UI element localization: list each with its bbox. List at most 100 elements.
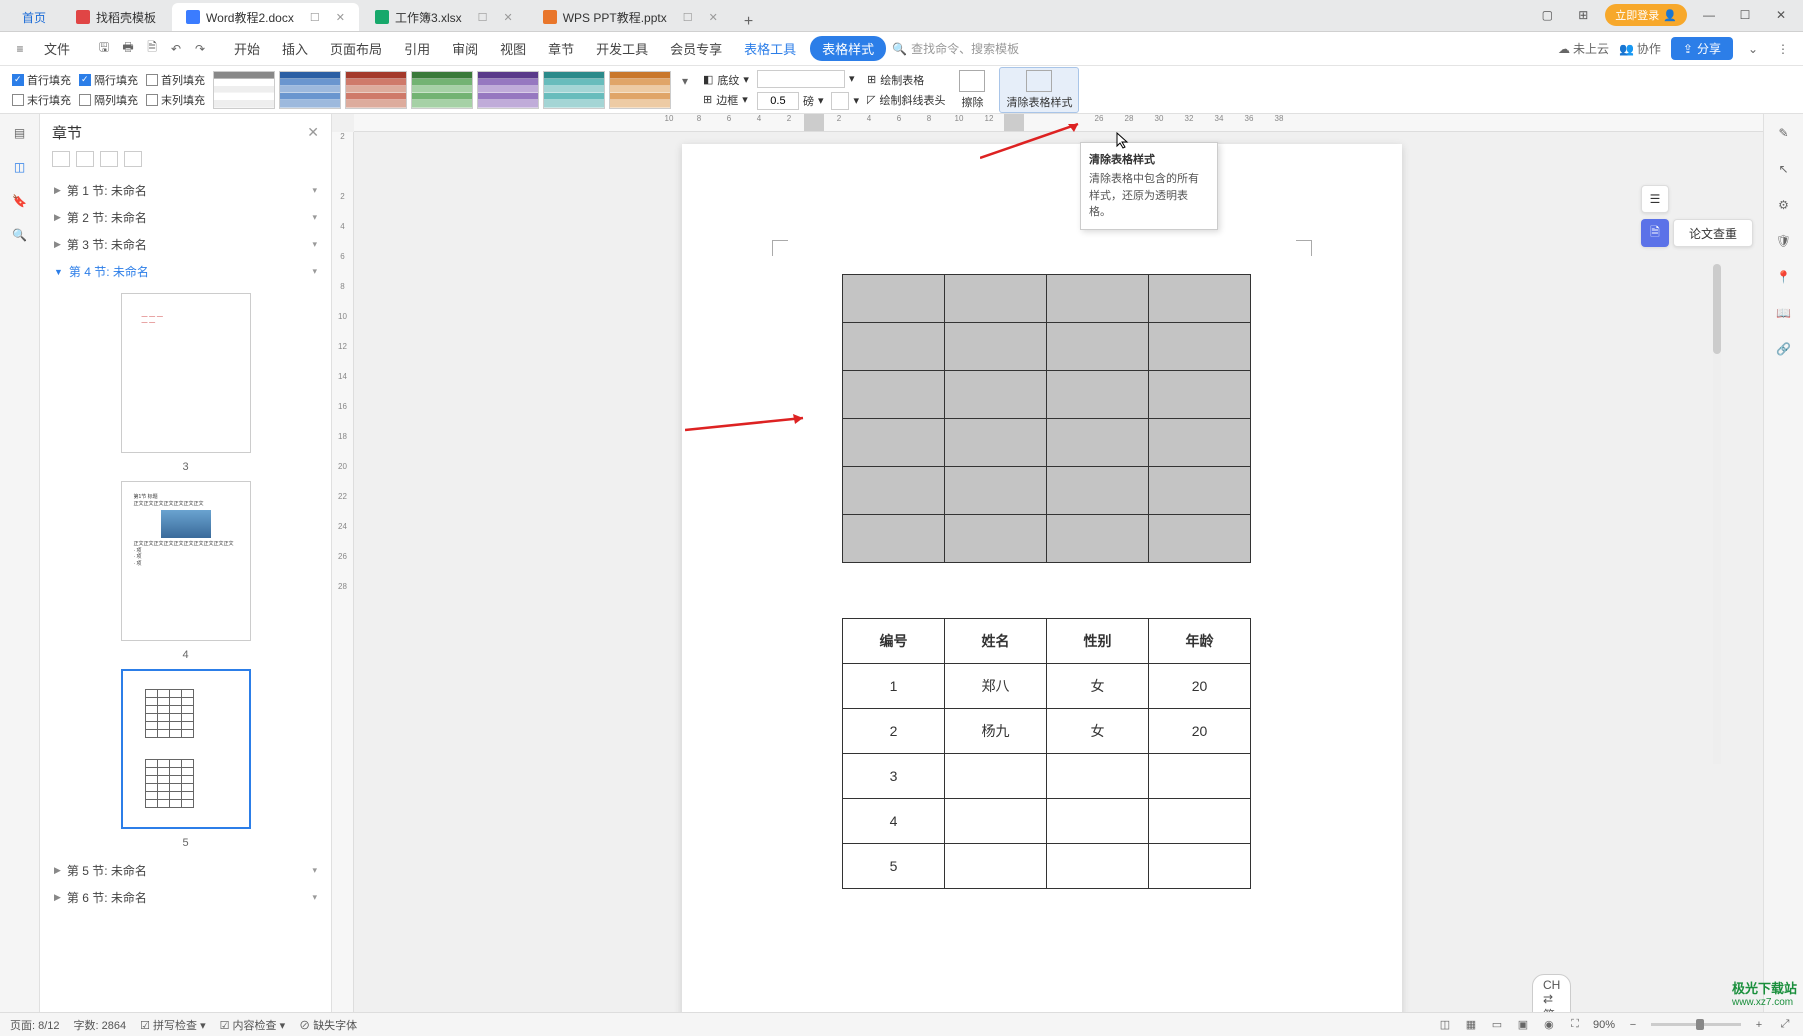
canvas[interactable]: 1086422468101226283032343638 22468101214… <box>332 114 1763 1016</box>
page-indicator[interactable]: 页面: 8/12 <box>10 1017 60 1033</box>
vertical-scrollbar[interactable] <box>1713 264 1721 764</box>
panel-tool[interactable] <box>52 151 70 167</box>
tab-add[interactable]: + <box>734 13 763 31</box>
menu-layout[interactable]: 页面布局 <box>322 35 390 62</box>
panel-tool[interactable] <box>124 151 142 167</box>
chevron-down-icon[interactable]: ▾ <box>742 93 748 106</box>
maximize-button[interactable]: ☐ <box>1731 5 1759 25</box>
menu-ref[interactable]: 引用 <box>396 35 438 62</box>
section-item-active[interactable]: ▼第 4 节: 未命名▾ <box>48 258 323 285</box>
menu-review[interactable]: 审阅 <box>444 35 486 62</box>
read-mode-icon[interactable]: ◉ <box>1541 1017 1557 1033</box>
page-thumbnail-selected[interactable] <box>121 669 251 829</box>
clear-table-style-button[interactable]: 清除表格样式 <box>999 67 1079 113</box>
draw-table[interactable]: 绘制表格 <box>880 72 924 88</box>
search-icon[interactable]: 🔍 <box>9 224 31 246</box>
zoom-slider[interactable] <box>1651 1023 1741 1026</box>
close-icon[interactable]: ✕ <box>504 11 513 24</box>
section-item[interactable]: ▶第 3 节: 未命名▾ <box>48 231 323 258</box>
close-icon[interactable]: ✕ <box>307 124 319 141</box>
close-icon[interactable]: ✕ <box>336 11 345 24</box>
vertical-ruler[interactable]: 2246810121416182022242628 <box>332 132 354 1016</box>
menu-section[interactable]: 章节 <box>540 35 582 62</box>
panel-tool[interactable] <box>100 151 118 167</box>
link-icon[interactable]: 🔗 <box>1773 338 1795 360</box>
expand-icon[interactable]: ⤢ <box>1777 1017 1793 1033</box>
layout-tool[interactable]: ☰ <box>1641 185 1669 213</box>
pencil-icon[interactable]: ✎ <box>1773 122 1795 144</box>
section-item[interactable]: ▶第 2 节: 未命名▾ <box>48 204 323 231</box>
layout-icon[interactable]: ▢ <box>1533 5 1561 25</box>
style-teal[interactable] <box>543 71 605 109</box>
chevron-down-icon[interactable]: ▾ <box>743 73 749 86</box>
draw-diagonal[interactable]: 绘制斜线表头 <box>879 92 945 108</box>
style-purple[interactable] <box>477 71 539 109</box>
line-style-select[interactable] <box>757 70 845 88</box>
view-icon[interactable]: ▭ <box>1489 1017 1505 1033</box>
close-icon[interactable]: ✕ <box>709 11 718 24</box>
tab-sheet[interactable]: 工作簿3.xlsx☐✕ <box>361 3 527 31</box>
zoom-out[interactable]: − <box>1625 1017 1641 1033</box>
chk-altcol[interactable]: 隔列填充 <box>79 92 138 108</box>
selected-table[interactable] <box>842 274 1251 563</box>
location-icon[interactable]: 📍 <box>1773 266 1795 288</box>
style-orange[interactable] <box>609 71 671 109</box>
style-red[interactable] <box>345 71 407 109</box>
menu-tablestyle[interactable]: 表格样式 <box>810 36 886 61</box>
fullscreen-icon[interactable]: ⛶ <box>1567 1017 1583 1033</box>
section-item[interactable]: ▶第 5 节: 未命名▾ <box>48 857 323 884</box>
chk-firstrow[interactable]: 首行填充 <box>12 72 71 88</box>
close-icon[interactable]: ☐ <box>478 11 488 24</box>
chk-altrow[interactable]: 隔行填充 <box>79 72 138 88</box>
close-button[interactable]: ✕ <box>1767 5 1795 25</box>
undo-icon[interactable]: ↶ <box>166 39 186 59</box>
login-button[interactable]: 立即登录👤 <box>1605 4 1687 26</box>
settings-icon[interactable]: ⚙ <box>1773 194 1795 216</box>
redo-icon[interactable]: ↷ <box>190 39 210 59</box>
menu-dev[interactable]: 开发工具 <box>588 35 656 62</box>
bookmark-icon[interactable]: 🔖 <box>9 190 31 212</box>
tab-word-doc[interactable]: Word教程2.docx☐✕ <box>172 3 359 31</box>
book-icon[interactable]: 📖 <box>1773 302 1795 324</box>
minimize-button[interactable]: — <box>1695 5 1723 25</box>
cursor-icon[interactable]: ↖ <box>1773 158 1795 180</box>
chk-lastrow[interactable]: 末行填充 <box>12 92 71 108</box>
missing-font[interactable]: ⊘ 缺失字体 <box>299 1017 357 1033</box>
more-icon[interactable]: ⋮ <box>1773 39 1793 59</box>
shade-dropdown[interactable]: 底纹 <box>717 72 739 88</box>
chk-lastcol[interactable]: 末列填充 <box>146 92 205 108</box>
ime-pill[interactable]: CH ⇄ 简 <box>1532 974 1571 1016</box>
plagiarism-button[interactable]: 论文查重 <box>1673 219 1753 247</box>
chevron-down-icon[interactable]: ▾ <box>818 94 824 107</box>
section-item[interactable]: ▶第 1 节: 未命名▾ <box>48 177 323 204</box>
spellcheck-toggle[interactable]: ☑ 拼写检查 ▾ <box>140 1017 206 1033</box>
sections-icon[interactable]: ◫ <box>9 156 31 178</box>
tab-ppt[interactable]: WPS PPT教程.pptx☐✕ <box>529 3 732 31</box>
erase-button[interactable]: 擦除 <box>953 68 991 112</box>
hamburger-icon[interactable]: ≡ <box>10 39 30 59</box>
chevron-down-icon[interactable]: ▾ <box>853 94 859 107</box>
save-icon[interactable]: 🖫 <box>94 39 114 59</box>
menu-start[interactable]: 开始 <box>226 35 268 62</box>
view-icon[interactable]: ◫ <box>1437 1017 1453 1033</box>
preview-icon[interactable]: 🗎 <box>142 39 162 59</box>
panel-tool[interactable] <box>76 151 94 167</box>
print-icon[interactable]: 🖶 <box>118 39 138 59</box>
chk-firstcol[interactable]: 首列填充 <box>146 72 205 88</box>
share-button[interactable]: ⇪分享 <box>1671 37 1733 60</box>
gallery-more[interactable]: ▾ <box>675 71 695 91</box>
color-picker[interactable] <box>831 92 849 110</box>
style-green[interactable] <box>411 71 473 109</box>
border-dropdown[interactable]: 边框 <box>716 92 738 108</box>
word-count[interactable]: 字数: 2864 <box>74 1017 127 1033</box>
plagiarism-icon[interactable]: 🗎 <box>1641 219 1669 247</box>
grid-icon[interactable]: ⊞ <box>1569 5 1597 25</box>
menu-tabletools[interactable]: 表格工具 <box>736 35 804 62</box>
tab-home[interactable]: 首页 <box>8 3 60 31</box>
data-table[interactable]: 编号姓名性别年龄 1郑八女20 2杨九女20 3 4 5 <box>842 618 1251 889</box>
menu-view[interactable]: 视图 <box>492 35 534 62</box>
zoom-in[interactable]: + <box>1751 1017 1767 1033</box>
shield-icon[interactable]: 🛡 <box>1773 230 1795 252</box>
section-item[interactable]: ▶第 6 节: 未命名▾ <box>48 884 323 911</box>
style-blue[interactable] <box>279 71 341 109</box>
